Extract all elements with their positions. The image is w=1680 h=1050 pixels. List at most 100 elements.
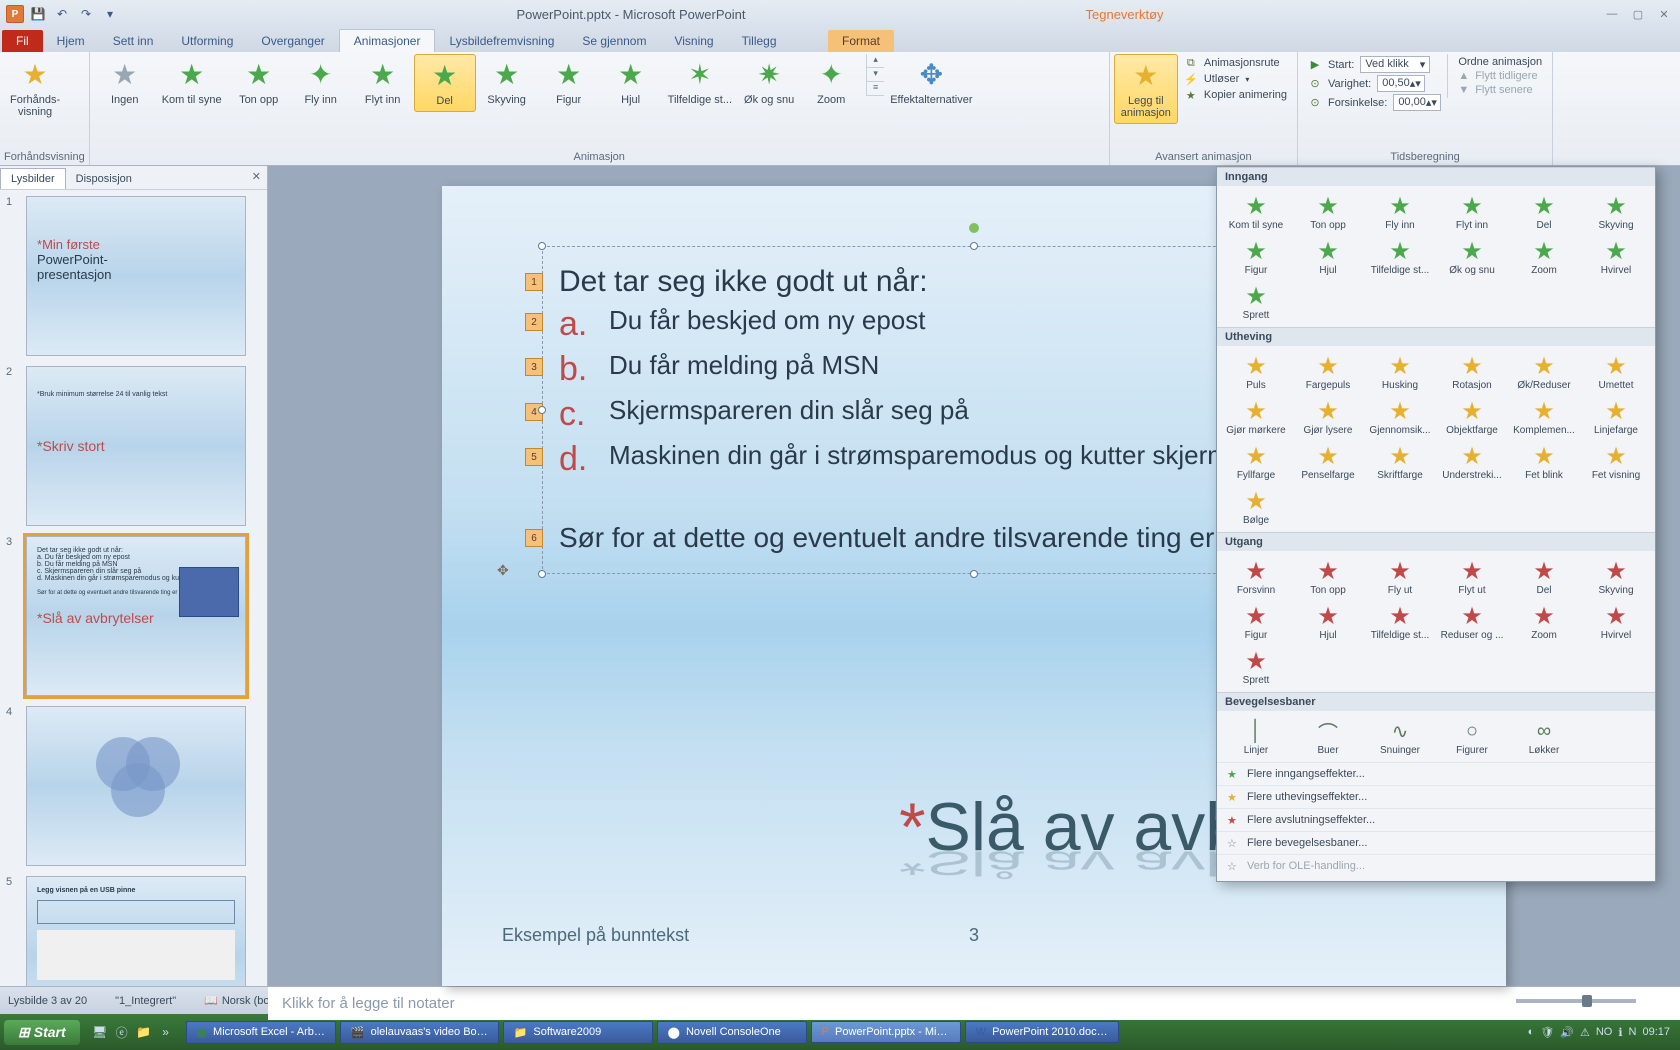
anim-option[interactable]: ★Tilfeldige st... (1365, 235, 1435, 278)
tab-transitions[interactable]: Overganger (247, 30, 338, 52)
delay-spinner[interactable]: 00,00▴▾ (1393, 94, 1441, 111)
ql-explorer-icon[interactable]: 📁 (134, 1022, 154, 1042)
task-video[interactable]: 🎬olelauvaas's video Bo… (340, 1021, 499, 1044)
anim-tag-2[interactable]: 2 (525, 313, 543, 331)
anim-option[interactable]: ★Del (1509, 190, 1579, 233)
anim-option[interactable]: ★Fly inn (1365, 190, 1435, 233)
move-cursor-icon[interactable]: ✥ (497, 562, 509, 579)
task-excel[interactable]: ▦Microsoft Excel - Arb… (186, 1021, 336, 1044)
tray-icon[interactable]: ℹ (1618, 1026, 1622, 1039)
more-entrance[interactable]: Flere inngangseffekter... (1217, 762, 1655, 785)
anim-option[interactable]: ★Hjul (1293, 235, 1363, 278)
anim-option[interactable]: ★Linjefarge (1581, 395, 1651, 438)
anim-option[interactable]: ★Fargepuls (1293, 350, 1363, 393)
anim-option[interactable]: ★Penselfarge (1293, 440, 1363, 483)
more-emphasis[interactable]: Flere uthevingseffekter... (1217, 785, 1655, 808)
anim-option[interactable]: ★Figur (1221, 600, 1291, 643)
tab-view[interactable]: Visning (660, 30, 727, 52)
ql-browser-icon[interactable]: ⓔ (112, 1022, 132, 1042)
anim-flyin[interactable]: ✦Fly inn (290, 54, 352, 110)
anim-option[interactable]: ★Flyt inn (1437, 190, 1507, 233)
anim-option[interactable]: ★Hvirvel (1581, 600, 1651, 643)
anim-option[interactable]: ★Bølge (1221, 485, 1291, 528)
duration-spinner[interactable]: 00,50▴▾ (1377, 75, 1425, 92)
restore-icon[interactable]: ▢ (1628, 8, 1648, 21)
anim-option[interactable]: ★Rotasjon (1437, 350, 1507, 393)
animation-pane-button[interactable]: ⧉Animasjonsrute (1184, 56, 1287, 70)
anim-option[interactable]: ★Skyving (1581, 555, 1651, 598)
ql-desktop-icon[interactable]: 🖥 (90, 1022, 110, 1042)
anim-tag-1[interactable]: 1 (525, 273, 543, 291)
save-icon[interactable]: 💾 (28, 4, 48, 24)
thumb-4[interactable] (26, 706, 246, 866)
anim-random[interactable]: ✶Tilfeldige st... (662, 54, 738, 110)
anim-floatin[interactable]: ★Flyt inn (352, 54, 414, 110)
preview-button[interactable]: ★ Forhånds- visning (4, 54, 66, 122)
anim-option[interactable]: ★Umettet (1581, 350, 1651, 393)
spellcheck-icon[interactable]: 📖 (204, 994, 218, 1007)
anim-option[interactable]: ★Fet blink (1509, 440, 1579, 483)
anim-option[interactable]: ★Skriftfarge (1365, 440, 1435, 483)
move-later-button[interactable]: ▼Flytt senere (1458, 84, 1542, 96)
task-word[interactable]: WPowerPoint 2010.doc… (965, 1021, 1119, 1043)
anim-none[interactable]: ★Ingen (94, 54, 156, 110)
tab-addins[interactable]: Tillegg (728, 30, 791, 52)
anim-grow[interactable]: ✷Øk og snu (738, 54, 800, 110)
anim-zoom[interactable]: ✦Zoom (800, 54, 862, 110)
redo-icon[interactable]: ↷ (76, 4, 96, 24)
tab-review[interactable]: Se gjennom (568, 30, 660, 52)
panel-close-icon[interactable]: ✕ (252, 170, 261, 183)
zoom-slider[interactable] (1516, 999, 1636, 1003)
anim-path-option[interactable]: ∿Snuinger (1365, 715, 1435, 758)
anim-path-option[interactable]: ∞Løkker (1509, 715, 1579, 758)
rotate-handle[interactable] (969, 223, 979, 233)
anim-option[interactable]: ★Ton opp (1293, 555, 1363, 598)
tab-insert[interactable]: Sett inn (99, 30, 168, 52)
anim-option[interactable]: ★Hvirvel (1581, 235, 1651, 278)
anim-fade[interactable]: ★Ton opp (228, 54, 290, 110)
add-animation-button[interactable]: ★Legg til animasjon (1114, 54, 1178, 124)
anim-option[interactable]: ★Flyt ut (1437, 555, 1507, 598)
anim-option[interactable]: ★Understreki... (1437, 440, 1507, 483)
tray-icon[interactable]: N (1629, 1026, 1637, 1038)
anim-path-option[interactable]: ○Figurer (1437, 715, 1507, 758)
anim-option[interactable]: ★Reduser og ... (1437, 600, 1507, 643)
animation-painter-button[interactable]: ★Kopier animering (1184, 88, 1287, 102)
tab-design[interactable]: Utforming (167, 30, 247, 52)
anim-option[interactable]: ★Figur (1221, 235, 1291, 278)
anim-tag-3[interactable]: 3 (525, 358, 543, 376)
anim-path-option[interactable]: │Linjer (1221, 715, 1291, 758)
anim-option[interactable]: ★Sprett (1221, 645, 1291, 688)
anim-option[interactable]: ★Skyving (1581, 190, 1651, 233)
anim-option[interactable]: ★Ton opp (1293, 190, 1363, 233)
anim-option[interactable]: ★Objektfarge (1437, 395, 1507, 438)
minimize-icon[interactable]: — (1602, 8, 1622, 21)
anim-tag-6[interactable]: 6 (525, 529, 543, 547)
anim-option[interactable]: ★Kom til syne (1221, 190, 1291, 233)
anim-option[interactable]: ★Zoom (1509, 600, 1579, 643)
anim-option[interactable]: ★Gjør mørkere (1221, 395, 1291, 438)
more-paths[interactable]: Flere bevegelsesbaner... (1217, 831, 1655, 854)
outline-tab[interactable]: Disposisjon (66, 169, 142, 189)
more-exit[interactable]: Flere avslutningseffekter... (1217, 808, 1655, 831)
tray-icon[interactable]: ◐ (1528, 1026, 1535, 1038)
tray-icon[interactable]: 🛡 (1540, 1026, 1554, 1039)
task-software[interactable]: 📁Software2009 (503, 1021, 653, 1044)
anim-shape[interactable]: ★Figur (538, 54, 600, 110)
trigger-button[interactable]: ⚡Utløser▾ (1184, 72, 1287, 86)
anim-option[interactable]: ★Fly ut (1365, 555, 1435, 598)
effect-options-button[interactable]: ✥Effektalternativer (884, 54, 978, 110)
slides-tab[interactable]: Lysbilder (0, 168, 66, 189)
anim-path-option[interactable]: ⌒Buer (1293, 715, 1363, 758)
start-button[interactable]: ⊞Start (4, 1020, 80, 1045)
tray-icon[interactable]: 🔊 (1560, 1026, 1574, 1039)
anim-option[interactable]: ★Del (1509, 555, 1579, 598)
anim-option[interactable]: ★Gjør lysere (1293, 395, 1363, 438)
anim-option[interactable]: ★Gjennomsik... (1365, 395, 1435, 438)
task-novell[interactable]: ⬤Novell ConsoleOne (657, 1021, 807, 1044)
qat-dropdown-icon[interactable]: ▾ (100, 4, 120, 24)
anim-option[interactable]: ★Forsvinn (1221, 555, 1291, 598)
anim-option[interactable]: ★Zoom (1509, 235, 1579, 278)
ql-chevron-icon[interactable]: » (156, 1022, 176, 1042)
anim-option[interactable]: ★Husking (1365, 350, 1435, 393)
